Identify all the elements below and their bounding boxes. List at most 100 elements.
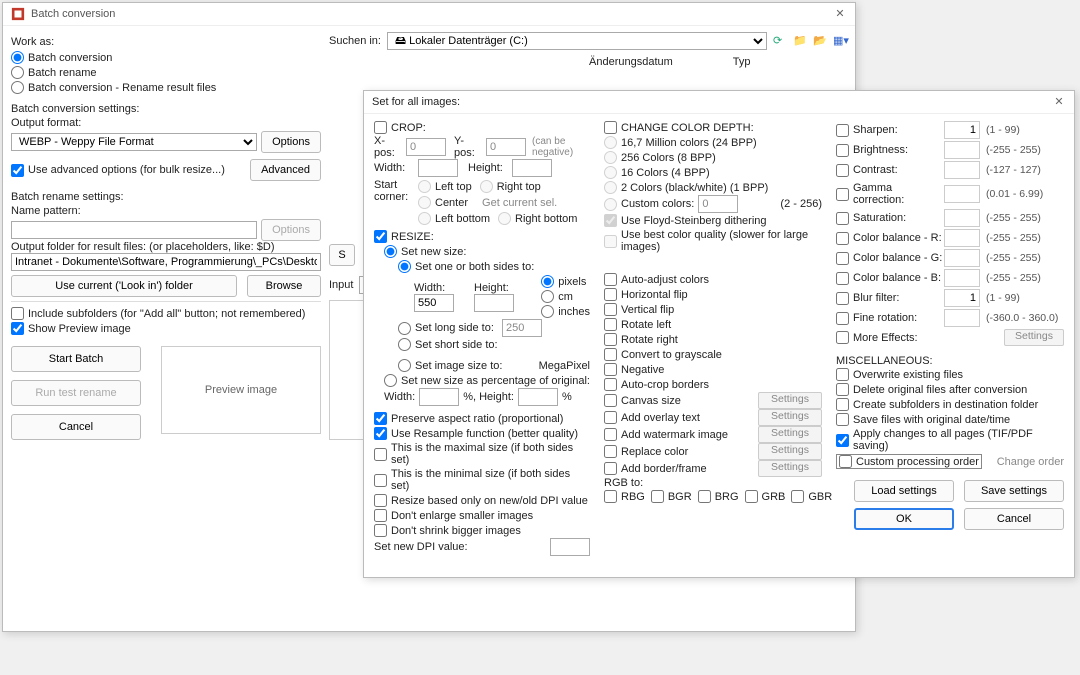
crop-y-input[interactable]	[486, 138, 526, 156]
unit-cm-radio[interactable]: cm	[541, 290, 590, 303]
resize-check[interactable]: RESIZE:	[374, 230, 590, 243]
long-side-radio[interactable]: Set long side to:	[398, 322, 494, 335]
neg-check[interactable]: Negative	[604, 363, 822, 376]
up-folder-icon[interactable]: 📁	[793, 34, 807, 48]
contrast-input[interactable]	[944, 161, 980, 179]
include-subfolders-check[interactable]: Include subfolders (for "Add all" button…	[11, 307, 321, 320]
border-check[interactable]: Add border/frame	[604, 462, 754, 475]
new-folder-icon[interactable]: 📂	[813, 34, 827, 48]
crop-check[interactable]: CROP:	[374, 121, 590, 134]
canvas-settings-btn[interactable]: Settings	[758, 392, 822, 409]
format-options-button[interactable]: Options	[261, 131, 321, 153]
watermark-settings-btn[interactable]: Settings	[758, 426, 822, 443]
blur-input[interactable]	[944, 289, 980, 307]
use-current-folder-button[interactable]: Use current ('Look in') folder	[11, 275, 237, 297]
delete-orig-check[interactable]: Delete original files after conversion	[836, 383, 1064, 396]
noshrink-check[interactable]: Don't shrink bigger images	[374, 524, 590, 537]
refresh-icon[interactable]: ⟳	[773, 34, 787, 48]
one-or-both-radio[interactable]: Set one or both sides to:	[398, 260, 590, 273]
set-new-size-radio[interactable]: Set new size:	[384, 245, 590, 258]
autocrop-check[interactable]: Auto-crop borders	[604, 378, 822, 391]
show-preview-check[interactable]: Show Preview image	[11, 322, 321, 335]
hflip-check[interactable]: Horizontal flip	[604, 288, 822, 301]
save-settings-button[interactable]: Save settings	[964, 480, 1064, 502]
radio-batch-rename[interactable]: Batch rename	[11, 66, 321, 79]
resize-width-input[interactable]	[414, 294, 454, 312]
change-order-btn[interactable]: Change order	[997, 456, 1064, 468]
brightness-check[interactable]: Brightness:	[836, 144, 944, 157]
brg-check[interactable]: BRG	[698, 490, 739, 503]
replace-settings-btn[interactable]: Settings	[758, 443, 822, 460]
noenlarge-check[interactable]: Don't enlarge smaller images	[374, 509, 590, 522]
gamma-input[interactable]	[944, 185, 980, 203]
advanced-button[interactable]: Advanced	[250, 159, 321, 181]
sharpen-input[interactable]	[944, 121, 980, 139]
output-folder-input[interactable]	[11, 253, 321, 271]
vflip-check[interactable]: Vertical flip	[604, 303, 822, 316]
close-icon[interactable]: ✕	[833, 7, 847, 21]
rbg-check[interactable]: RBG	[604, 490, 645, 503]
finerot-check[interactable]: Fine rotation:	[836, 312, 944, 325]
sharpen-check[interactable]: Sharpen:	[836, 124, 944, 137]
border-settings-btn[interactable]: Settings	[758, 460, 822, 477]
create-sub-check[interactable]: Create subfolders in destination folder	[836, 398, 1064, 411]
finerot-input[interactable]	[944, 309, 980, 327]
resample-check[interactable]: Use Resample function (better quality)	[374, 427, 590, 440]
canvas-check[interactable]: Canvas size	[604, 394, 754, 407]
pct-w-input[interactable]	[419, 388, 459, 406]
dpionly-check[interactable]: Resize based only on new/old DPI value	[374, 494, 590, 507]
unit-pixels-radio[interactable]: pixels	[541, 275, 590, 288]
new-dpi-input[interactable]	[550, 538, 590, 556]
sort-button[interactable]: S	[329, 244, 355, 266]
grb-check[interactable]: GRB	[745, 490, 786, 503]
color-depth-check[interactable]: CHANGE COLOR DEPTH:	[604, 121, 822, 134]
gbr-check[interactable]: GBR	[791, 490, 832, 503]
cbb-check[interactable]: Color balance - B:	[836, 272, 944, 285]
crop-x-input[interactable]	[406, 138, 446, 156]
radio-batch-conversion[interactable]: Batch conversion	[11, 51, 321, 64]
pct-h-input[interactable]	[518, 388, 558, 406]
cbr-input[interactable]	[944, 229, 980, 247]
minsize-check[interactable]: This is the minimal size (if both sides …	[374, 468, 590, 492]
saturation-check[interactable]: Saturation:	[836, 212, 944, 225]
autoadj-check[interactable]: Auto-adjust colors	[604, 273, 822, 286]
pattern-options-button[interactable]: Options	[261, 219, 321, 241]
gray-check[interactable]: Convert to grayscale	[604, 348, 822, 361]
blur-check[interactable]: Blur filter:	[836, 292, 944, 305]
browse-button[interactable]: Browse	[247, 275, 321, 297]
orig-date-check[interactable]: Save files with original date/time	[836, 413, 1064, 426]
cbb-input[interactable]	[944, 269, 980, 287]
load-settings-button[interactable]: Load settings	[854, 480, 954, 502]
overwrite-check[interactable]: Overwrite existing files	[836, 368, 1064, 381]
use-advanced-check[interactable]: Use advanced options (for bulk resize...…	[11, 164, 246, 177]
view-icon[interactable]: ▦▾	[833, 34, 847, 48]
start-batch-button[interactable]: Start Batch	[11, 346, 141, 372]
more-effects-check[interactable]: More Effects:	[836, 331, 1004, 344]
replace-check[interactable]: Replace color	[604, 445, 754, 458]
contrast-check[interactable]: Contrast:	[836, 164, 944, 177]
saturation-input[interactable]	[944, 209, 980, 227]
pct-radio[interactable]: Set new size as percentage of original:	[384, 374, 590, 387]
aspect-check[interactable]: Preserve aspect ratio (proportional)	[374, 412, 590, 425]
more-effects-btn[interactable]: Settings	[1004, 329, 1064, 346]
rl-check[interactable]: Rotate left	[604, 318, 822, 331]
bgr-check[interactable]: BGR	[651, 490, 692, 503]
resize-height-input[interactable]	[474, 294, 514, 312]
crop-w-input[interactable]	[418, 159, 458, 177]
gamma-check[interactable]: Gamma correction:	[836, 182, 944, 206]
all-pages-check[interactable]: Apply changes to all pages (TIF/PDF savi…	[836, 428, 1064, 452]
crop-h-input[interactable]	[512, 159, 552, 177]
ok-button[interactable]: OK	[854, 508, 954, 530]
watermark-check[interactable]: Add watermark image	[604, 428, 754, 441]
long-side-input[interactable]	[502, 319, 542, 337]
sfa-close-icon[interactable]: ✕	[1052, 95, 1066, 109]
name-pattern-input[interactable]	[11, 221, 257, 239]
brightness-input[interactable]	[944, 141, 980, 159]
short-side-radio[interactable]: Set short side to:	[398, 338, 498, 351]
image-size-radio[interactable]: Set image size to:	[398, 359, 502, 372]
overlay-check[interactable]: Add overlay text	[604, 411, 754, 424]
cbg-check[interactable]: Color balance - G:	[836, 252, 944, 265]
output-format-select[interactable]: WEBP - Weppy File Format	[11, 133, 257, 151]
cancel-button[interactable]: Cancel	[11, 414, 141, 440]
rr-check[interactable]: Rotate right	[604, 333, 822, 346]
